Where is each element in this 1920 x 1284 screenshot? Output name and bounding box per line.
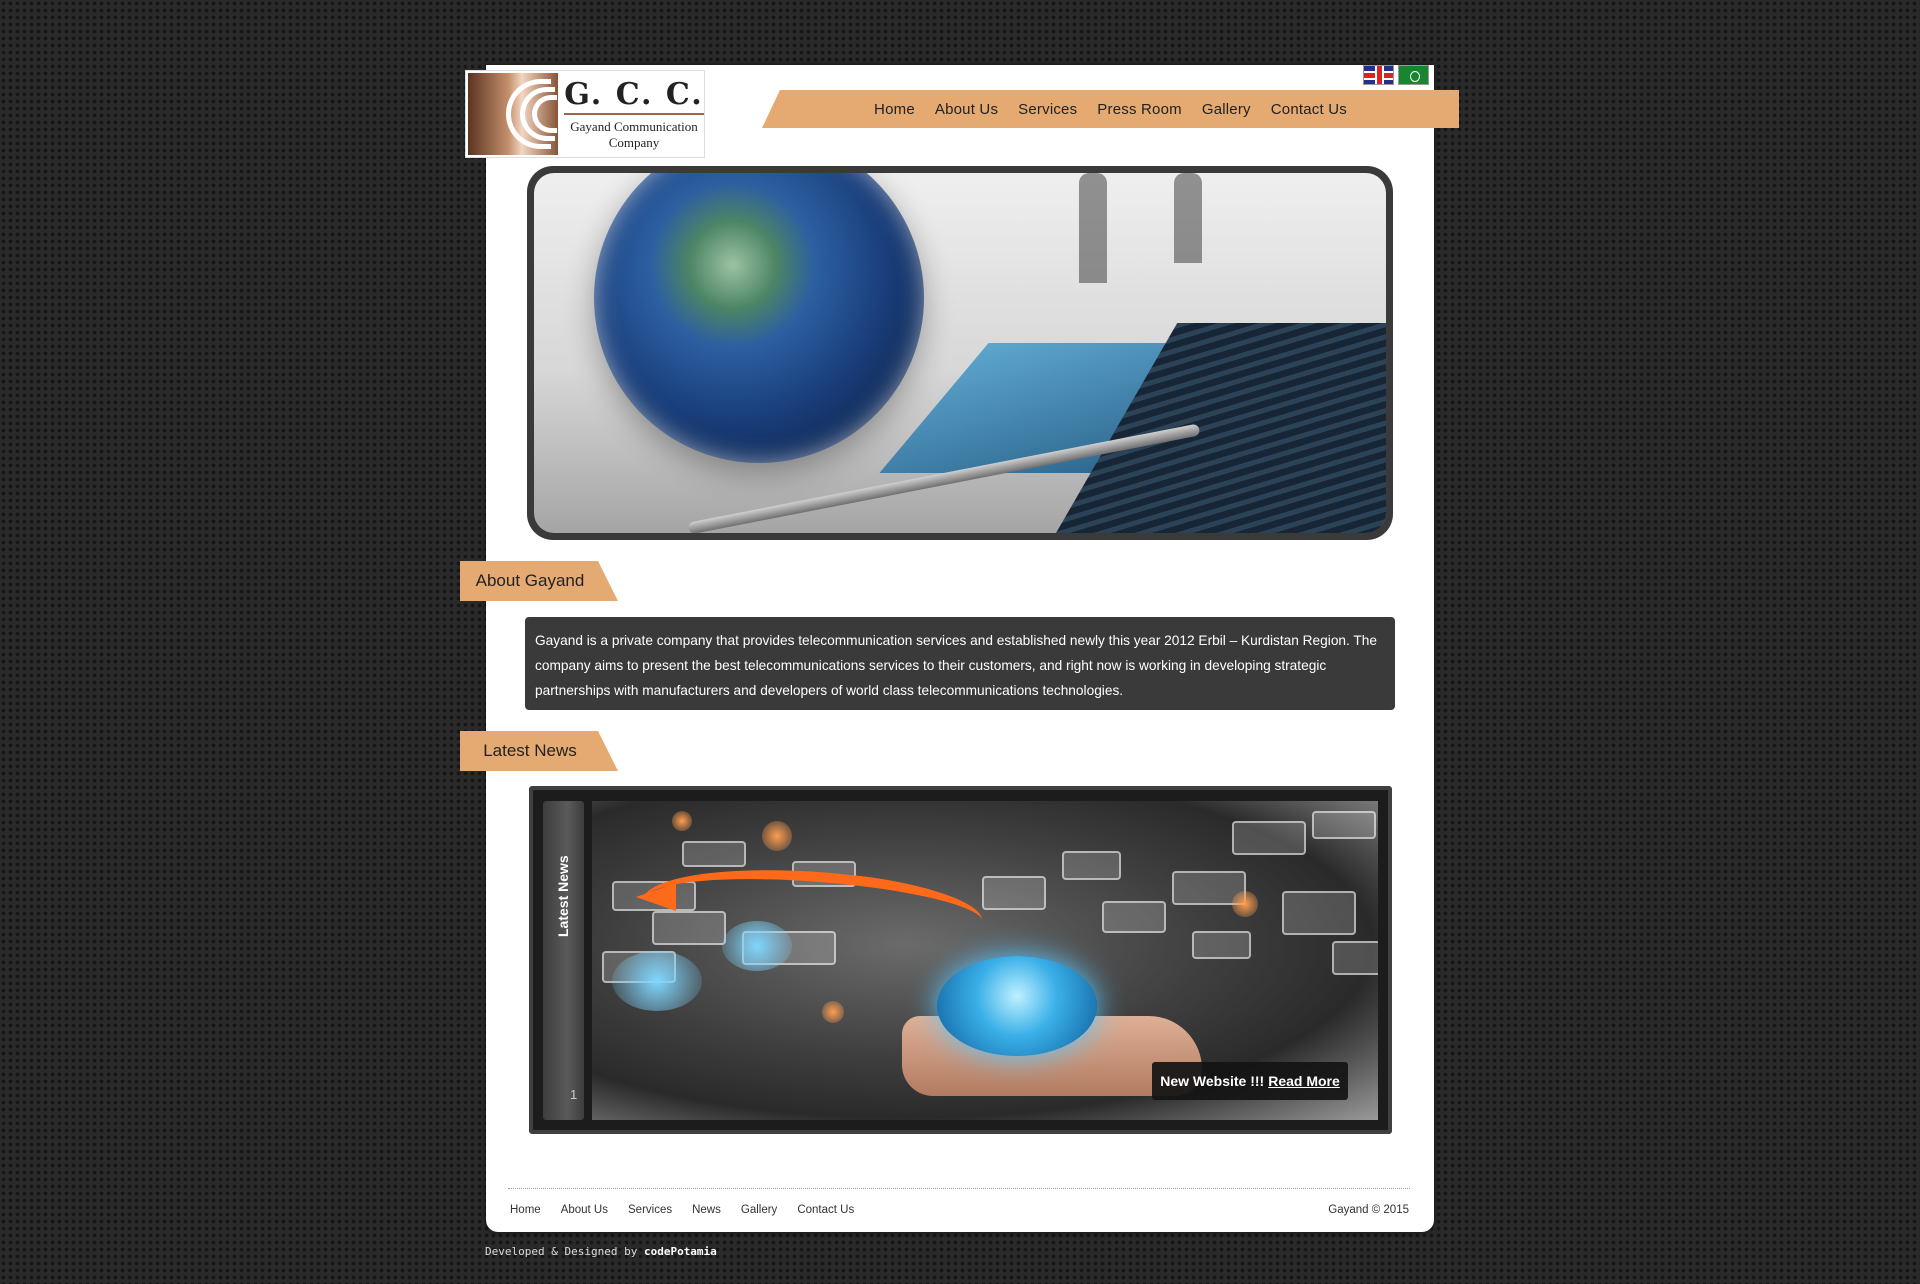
nav-home[interactable]: Home: [864, 101, 925, 118]
footer-link-gallery[interactable]: Gallery: [741, 1204, 777, 1216]
nav-contact-us[interactable]: Contact Us: [1261, 101, 1357, 118]
footer-link-about-us[interactable]: About Us: [561, 1204, 608, 1216]
nav-press-room[interactable]: Press Room: [1087, 101, 1192, 118]
logo-title: G. C. C.: [564, 77, 704, 115]
footer-divider: [508, 1188, 1410, 1189]
hero-image: [534, 173, 1386, 533]
logo-mark-icon: [468, 73, 558, 155]
hero-banner: [527, 166, 1393, 540]
uk-flag-icon[interactable]: [1363, 65, 1394, 85]
earth-icon: [937, 956, 1097, 1056]
arrow-icon: [636, 883, 676, 911]
footer-link-news[interactable]: News: [692, 1204, 721, 1216]
footer-link-contact-us[interactable]: Contact Us: [797, 1204, 854, 1216]
news-caption: New Website !!! Read More: [1152, 1062, 1348, 1100]
news-sidebar-label: Latest News: [555, 855, 571, 937]
nav-services[interactable]: Services: [1008, 101, 1087, 118]
credit-prefix: Developed & Designed by: [485, 1245, 638, 1258]
news-slider-sidebar[interactable]: Latest News 1: [543, 801, 584, 1120]
read-more-link[interactable]: Read More: [1268, 1073, 1340, 1089]
footer-link-services[interactable]: Services: [628, 1204, 672, 1216]
footer-link-home[interactable]: Home: [510, 1204, 541, 1216]
company-logo[interactable]: G. C. C. Gayand Communication Company: [465, 70, 705, 158]
logo-subtitle-line1: Gayand Communication: [570, 119, 698, 134]
main-nav: Home About Us Services Press Room Galler…: [762, 90, 1459, 128]
language-switcher: [1363, 65, 1429, 87]
news-caption-text: New Website !!!: [1160, 1073, 1265, 1089]
logo-subtitle-line2: Company: [608, 135, 660, 150]
latest-news-heading: Latest News: [460, 731, 618, 771]
slide-number[interactable]: 1: [570, 1087, 577, 1102]
about-text: Gayand is a private company that provide…: [525, 617, 1395, 710]
logo-subtitle: Gayand Communication Company: [564, 119, 704, 151]
globe-image: [594, 173, 924, 463]
credit-name[interactable]: codePotamia: [644, 1245, 717, 1258]
footer-nav: Home About Us Services News Gallery Cont…: [510, 1204, 854, 1216]
about-heading: About Gayand: [460, 561, 618, 601]
developer-credit: Developed & Designed by codePotamia: [485, 1245, 717, 1258]
nav-gallery[interactable]: Gallery: [1192, 101, 1261, 118]
copyright-text: Gayand © 2015: [1328, 1204, 1409, 1216]
arabic-flag-icon[interactable]: [1398, 65, 1429, 85]
nav-about-us[interactable]: About Us: [925, 101, 1008, 118]
